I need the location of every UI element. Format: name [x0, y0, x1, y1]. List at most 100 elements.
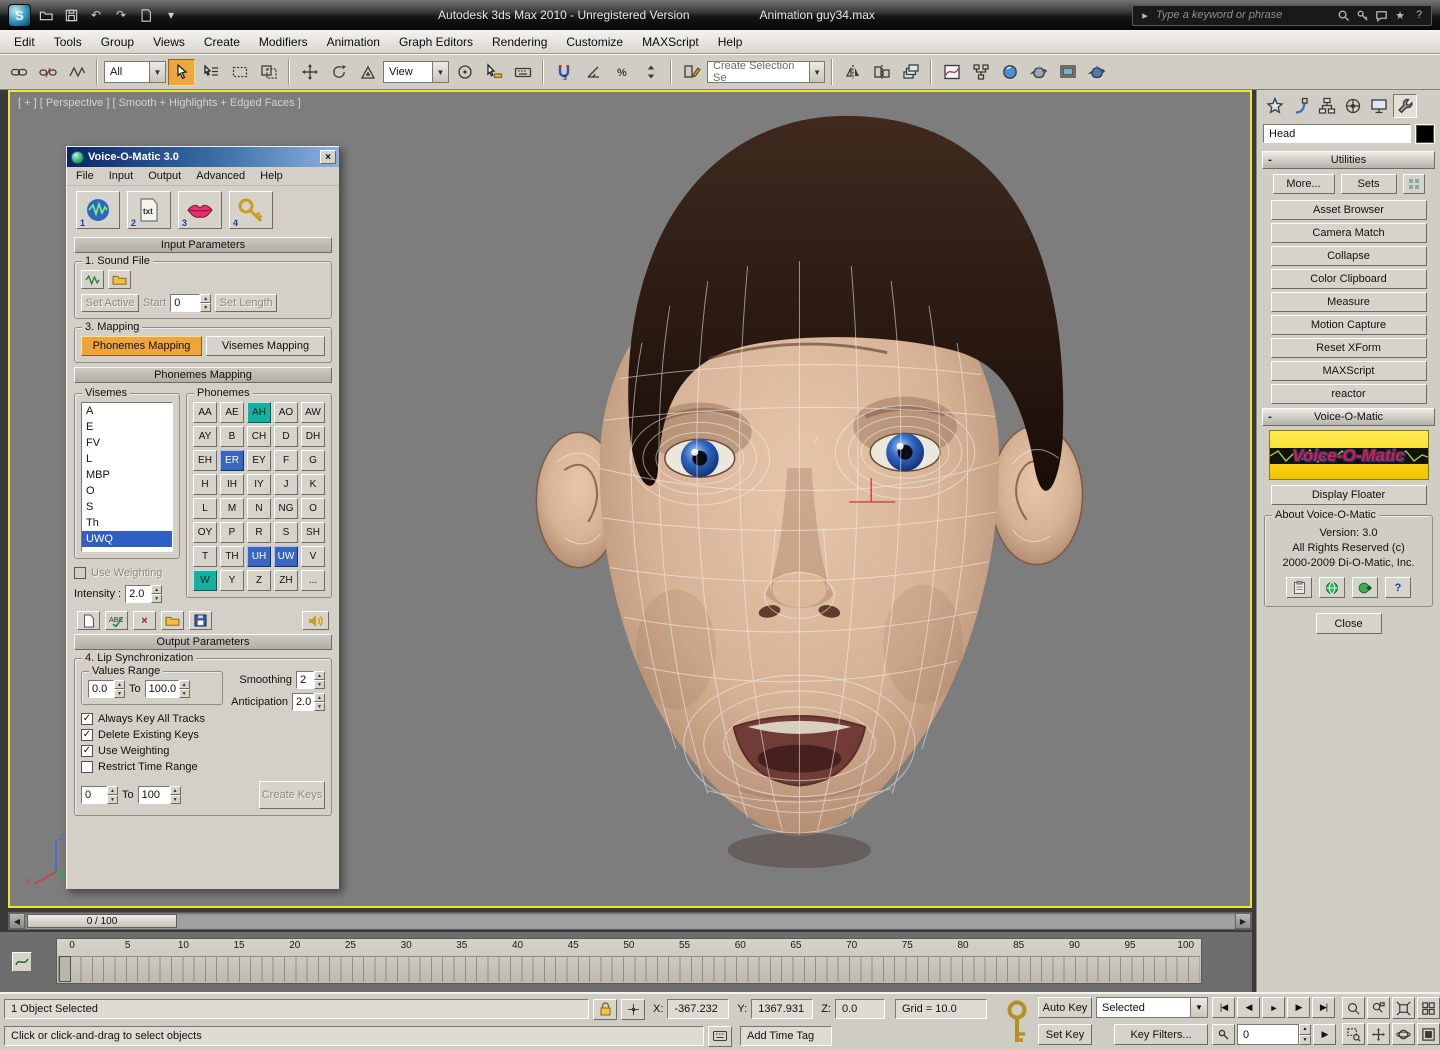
phoneme-button[interactable]: Z: [247, 570, 271, 591]
smoothing-spinner[interactable]: 2 ▲▼: [296, 671, 325, 689]
utility-sets-button[interactable]: Sets: [1341, 174, 1397, 194]
next-frame-arrow-icon[interactable]: ▶: [1235, 913, 1251, 929]
keyboard-override-toggle-icon[interactable]: [708, 1026, 732, 1047]
menu-item[interactable]: Customize: [566, 35, 623, 49]
dialog-menu-item[interactable]: Output: [148, 170, 181, 182]
menu-item[interactable]: Create: [204, 35, 240, 49]
absolute-offset-mode-icon[interactable]: [621, 999, 645, 1020]
current-frame-marker[interactable]: [59, 956, 71, 982]
select-and-move-icon[interactable]: [296, 59, 323, 86]
mini-curve-editor-icon[interactable]: [12, 952, 32, 972]
help-icon[interactable]: ?: [1411, 7, 1427, 23]
communication-icon[interactable]: [1373, 7, 1389, 23]
angle-snap-icon[interactable]: [579, 59, 606, 86]
time-slider-track[interactable]: 0 / 100: [25, 913, 1235, 929]
selection-filter-dropdown[interactable]: All▼: [104, 61, 166, 83]
play-animation-icon[interactable]: ►: [1262, 997, 1285, 1018]
y-coordinate-field[interactable]: 1367.931: [751, 999, 813, 1019]
time-from-spinner[interactable]: 0 ▲▼: [81, 786, 118, 804]
phoneme-button[interactable]: F: [274, 450, 298, 471]
search-expand-icon[interactable]: ▸: [1137, 7, 1153, 23]
dialog-title-bar[interactable]: Voice-O-Matic 3.0 ×: [67, 147, 339, 167]
phoneme-button[interactable]: NG: [274, 498, 298, 519]
key-mode-toggle-icon[interactable]: [1212, 1024, 1235, 1045]
visemes-list[interactable]: AEFVLMBPOSThUWQ: [81, 402, 173, 552]
phoneme-button[interactable]: N: [247, 498, 271, 519]
configure-button-sets-icon[interactable]: [1403, 174, 1425, 194]
edit-named-selection-sets-icon[interactable]: [678, 59, 705, 86]
save-mapping-icon[interactable]: [189, 611, 212, 630]
web-site-icon[interactable]: [1319, 577, 1345, 598]
maximize-viewport-toggle-icon[interactable]: [1417, 1023, 1440, 1045]
select-object-icon[interactable]: [168, 59, 195, 86]
select-by-name-icon[interactable]: [197, 59, 224, 86]
render-production-icon[interactable]: [1083, 59, 1110, 86]
keyboard-shortcut-override-icon[interactable]: [509, 59, 536, 86]
phoneme-button[interactable]: P: [220, 522, 244, 543]
checkbox-row[interactable]: Restrict Time Range: [81, 759, 325, 775]
phoneme-button[interactable]: AY: [193, 426, 217, 447]
spinner-arrows-icon[interactable]: ▲▼: [151, 585, 162, 603]
phoneme-button[interactable]: O: [301, 498, 325, 519]
utility-button[interactable]: reactor: [1271, 384, 1427, 404]
phoneme-button[interactable]: AW: [301, 402, 325, 423]
object-color-swatch[interactable]: [1416, 125, 1434, 143]
subscription-key-icon[interactable]: [1354, 7, 1370, 23]
display-tab-icon[interactable]: [1367, 94, 1391, 118]
preview-sound-icon[interactable]: [302, 611, 329, 630]
render-setup-icon[interactable]: [1025, 59, 1052, 86]
more-utilities-button[interactable]: More...: [1273, 174, 1335, 194]
phoneme-button[interactable]: EH: [193, 450, 217, 471]
sound-file-step-button[interactable]: 1: [76, 191, 120, 229]
open-sound-file-icon[interactable]: [108, 270, 131, 289]
dialog-menu-item[interactable]: Help: [260, 170, 283, 182]
phoneme-button[interactable]: DH: [301, 426, 325, 447]
phoneme-button[interactable]: K: [301, 474, 325, 495]
checkbox-row[interactable]: Delete Existing Keys: [81, 727, 325, 743]
next-key-icon[interactable]: ▶: [1313, 1024, 1336, 1045]
viseme-item[interactable]: O: [82, 483, 172, 499]
phoneme-button[interactable]: UH: [247, 546, 271, 567]
select-and-scale-icon[interactable]: [354, 59, 381, 86]
viseme-item[interactable]: L: [82, 451, 172, 467]
utility-button[interactable]: Collapse: [1271, 246, 1427, 266]
phoneme-button[interactable]: ZH: [274, 570, 298, 591]
utility-button[interactable]: Reset XForm: [1271, 338, 1427, 358]
phonemes-mapping-button[interactable]: Phonemes Mapping: [81, 336, 202, 356]
set-key-big-icon[interactable]: [1004, 1000, 1030, 1046]
spinner-arrows-icon[interactable]: ▲▼: [170, 786, 181, 804]
visemes-mapping-button[interactable]: Visemes Mapping: [206, 336, 325, 356]
start-spinner[interactable]: 0 ▲▼: [170, 294, 211, 312]
close-utility-button[interactable]: Close: [1316, 613, 1382, 634]
frame-ruler[interactable]: 0510152025303540455055606570758085909510…: [56, 938, 1202, 984]
time-to-spinner[interactable]: 100 ▲▼: [138, 786, 181, 804]
spinner-arrows-icon[interactable]: ▲▼: [314, 693, 325, 711]
selection-lock-icon[interactable]: [593, 999, 617, 1020]
phoneme-button[interactable]: Y: [220, 570, 244, 591]
phoneme-button[interactable]: UW: [274, 546, 298, 567]
about-help-icon[interactable]: ?: [1385, 577, 1411, 598]
utilities-rollout-header[interactable]: - Utilities: [1262, 151, 1435, 169]
auto-key-button[interactable]: Auto Key: [1038, 997, 1092, 1018]
phoneme-button[interactable]: D: [274, 426, 298, 447]
dialog-menu-item[interactable]: Advanced: [196, 170, 245, 182]
menu-item[interactable]: Modifiers: [259, 35, 308, 49]
unlink-selection-icon[interactable]: [34, 59, 61, 86]
set-active-button[interactable]: Set Active: [81, 294, 139, 312]
select-and-rotate-icon[interactable]: [325, 59, 352, 86]
bind-to-space-warp-icon[interactable]: [63, 59, 90, 86]
search-icon[interactable]: [1335, 7, 1351, 23]
key-mode-dropdown[interactable]: Selected▼: [1096, 997, 1208, 1018]
menu-item[interactable]: Help: [718, 35, 743, 49]
phoneme-button[interactable]: AH: [247, 402, 271, 423]
align-icon[interactable]: [868, 59, 895, 86]
phoneme-button[interactable]: V: [301, 546, 325, 567]
window-crossing-icon[interactable]: [255, 59, 282, 86]
menu-item[interactable]: MAXScript: [642, 35, 699, 49]
utility-button[interactable]: MAXScript: [1271, 361, 1427, 381]
hierarchy-tab-icon[interactable]: [1315, 94, 1339, 118]
redo-icon[interactable]: ↷: [111, 5, 131, 25]
motion-tab-icon[interactable]: [1341, 94, 1365, 118]
app-logo-icon[interactable]: [8, 4, 31, 27]
open-file-icon[interactable]: [36, 5, 56, 25]
